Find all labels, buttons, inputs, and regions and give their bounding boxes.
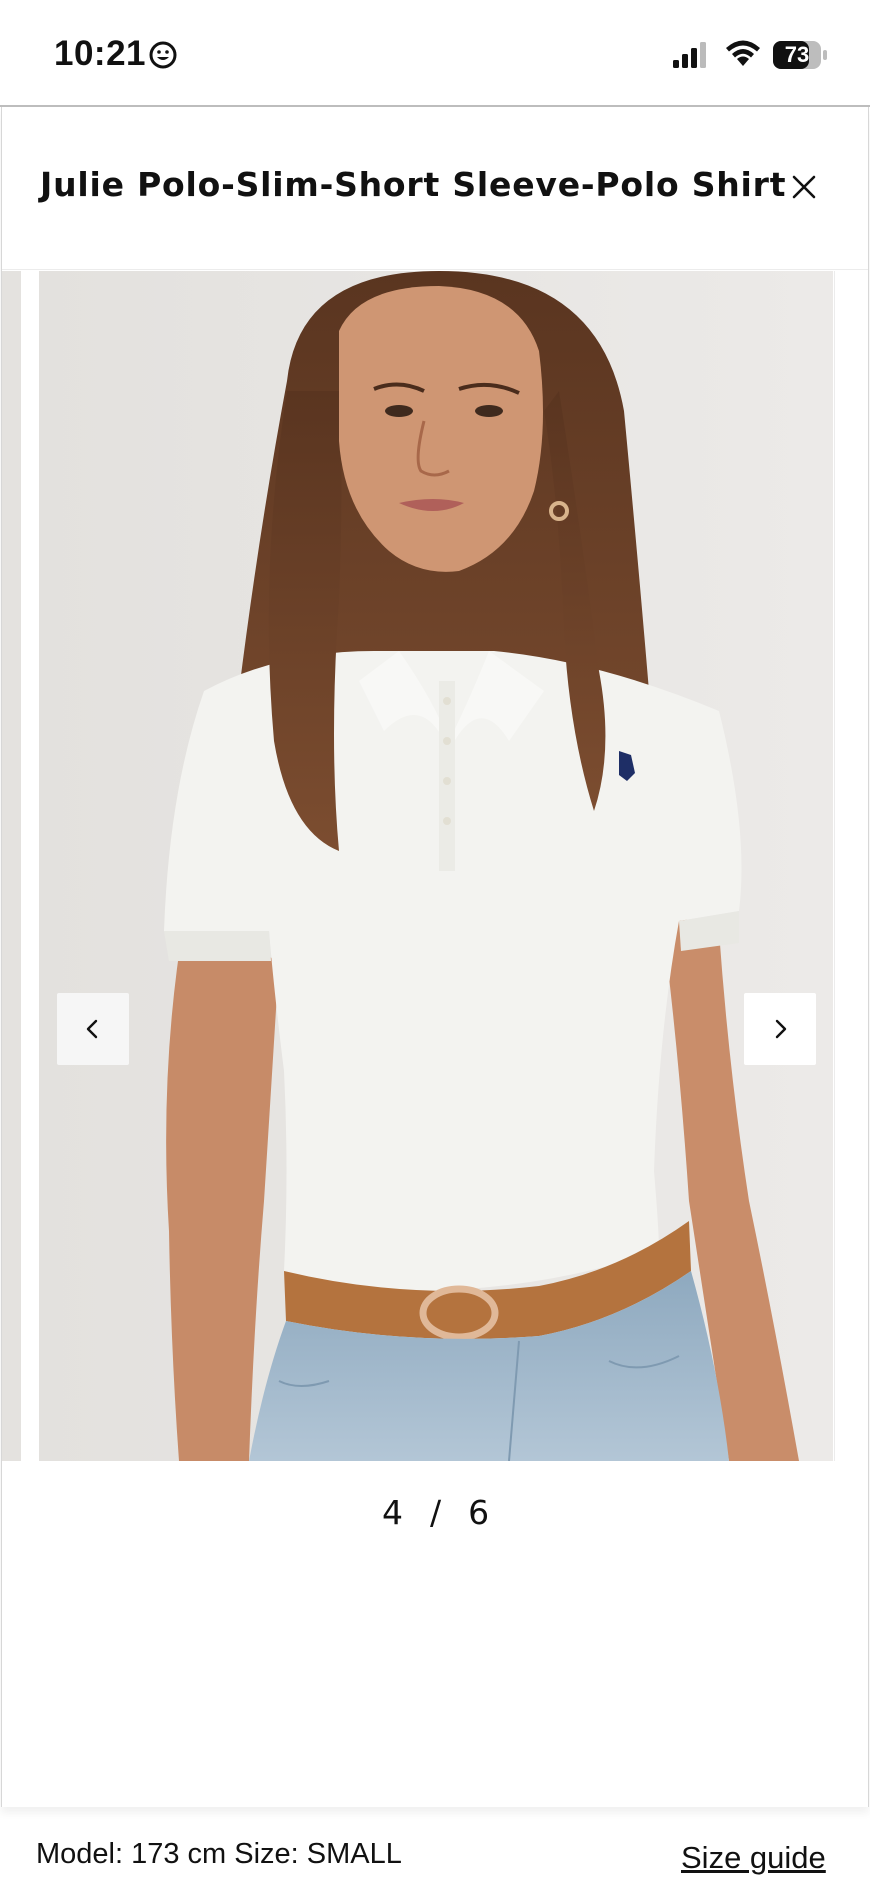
previous-image-button[interactable] xyxy=(57,993,129,1065)
battery-level: 73 xyxy=(784,42,810,67)
status-bar: 10:21 73 xyxy=(0,0,870,106)
sheet-header: Julie Polo-Slim-Short Sleeve-Polo Shirt xyxy=(2,107,868,270)
wifi-icon xyxy=(726,40,760,66)
chevron-left-icon xyxy=(86,1019,98,1039)
size-guide-link[interactable]: Size guide xyxy=(681,1840,826,1876)
model-size-info: Model: 173 cm Size: SMALL xyxy=(36,1838,402,1870)
pager-separator: / xyxy=(429,1493,443,1532)
product-photo xyxy=(39,271,833,1461)
current-image-index: 4 xyxy=(381,1493,404,1532)
image-carousel[interactable] xyxy=(2,271,868,1461)
smiley-emoji-icon xyxy=(149,41,177,69)
product-title: Julie Polo-Slim-Short Sleeve-Polo Shirt xyxy=(40,165,787,204)
image-pager: 4 / 6 xyxy=(2,1493,870,1532)
status-time: 10:21 xyxy=(54,34,147,73)
product-gallery-sheet: Julie Polo-Slim-Short Sleeve-Polo Shirt xyxy=(1,107,869,1807)
cellular-signal-icon xyxy=(673,42,706,68)
next-image-button[interactable] xyxy=(744,993,816,1065)
previous-slide-edge xyxy=(2,271,27,1461)
total-image-count: 6 xyxy=(468,1493,491,1532)
chevron-right-icon xyxy=(775,1019,787,1039)
close-icon[interactable] xyxy=(784,167,824,207)
next-slide-edge xyxy=(834,271,868,1461)
